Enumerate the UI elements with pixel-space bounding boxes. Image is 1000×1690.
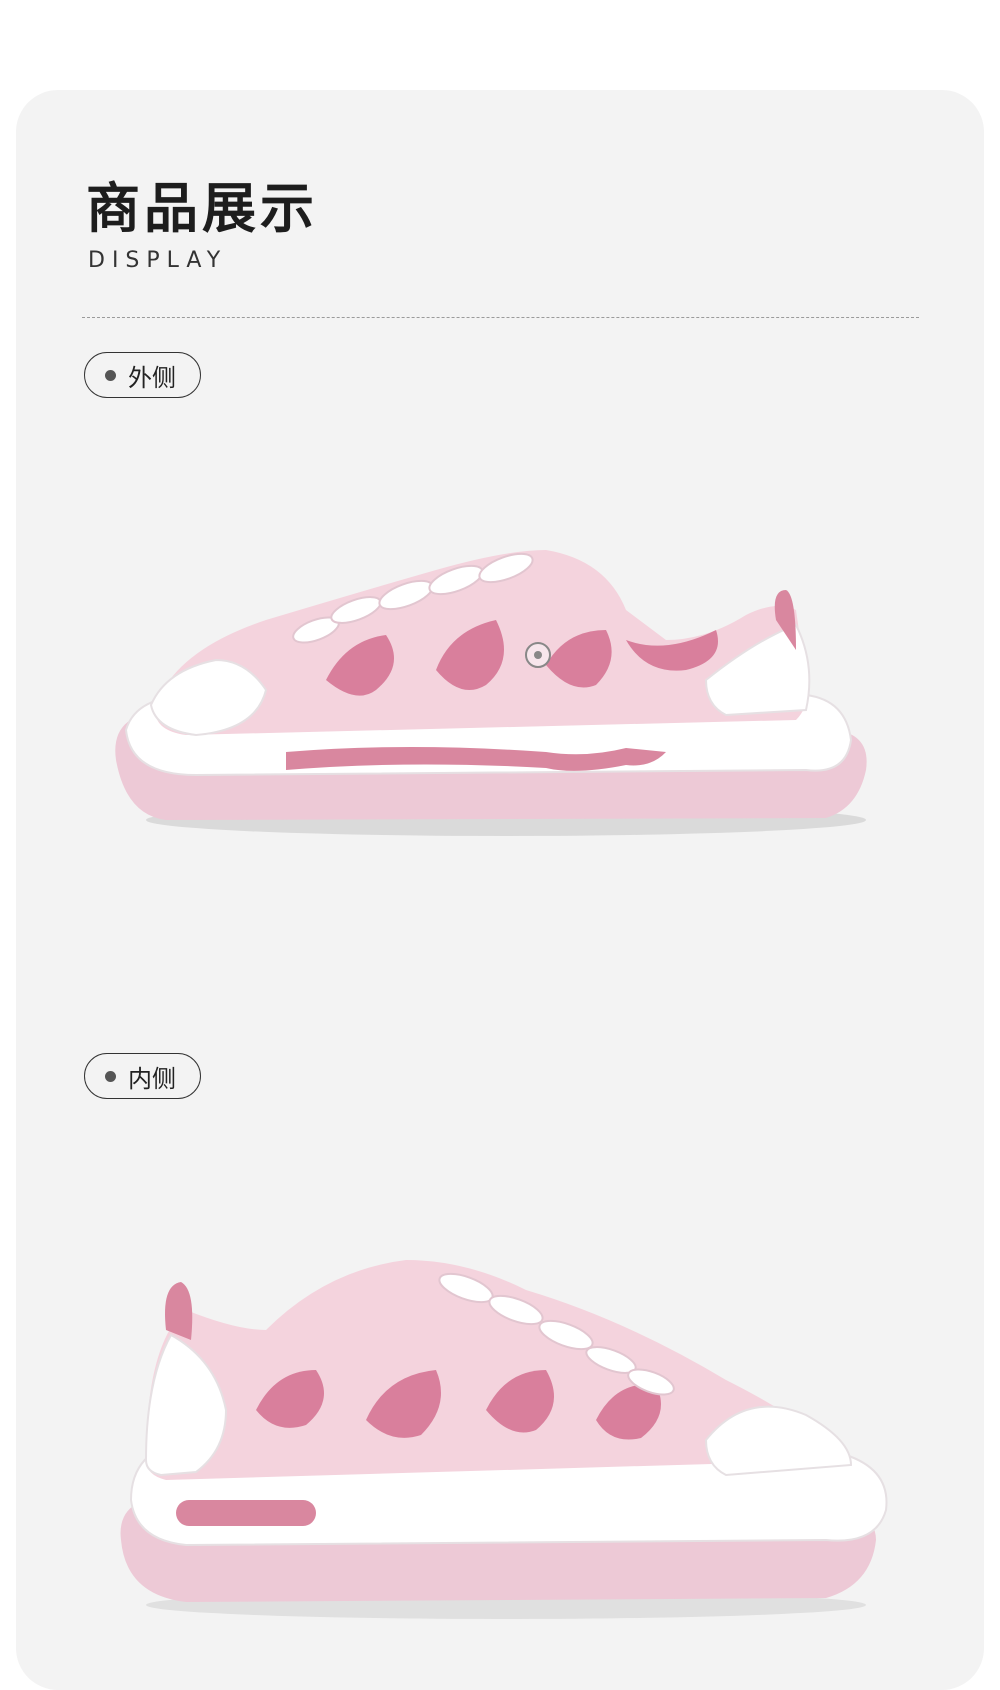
shoe-inner-side-image: [120, 1260, 888, 1619]
bullet-dot-icon: [105, 369, 116, 381]
product-display-card: 商品展示 DISPLAY 外侧 内侧: [16, 90, 984, 1690]
section-tag-outer: 外侧: [84, 352, 201, 398]
section-tag-label: 内侧: [128, 1064, 176, 1093]
page-title: 商品展示: [86, 177, 318, 240]
shoe-outer-side-image: [115, 550, 867, 836]
dashed-divider: [82, 317, 919, 318]
bullet-dot-icon: [105, 1070, 116, 1082]
section-tag-label: 外侧: [128, 363, 176, 392]
page-subtitle: DISPLAY: [88, 248, 228, 273]
section-tag-inner: 内侧: [84, 1053, 201, 1099]
